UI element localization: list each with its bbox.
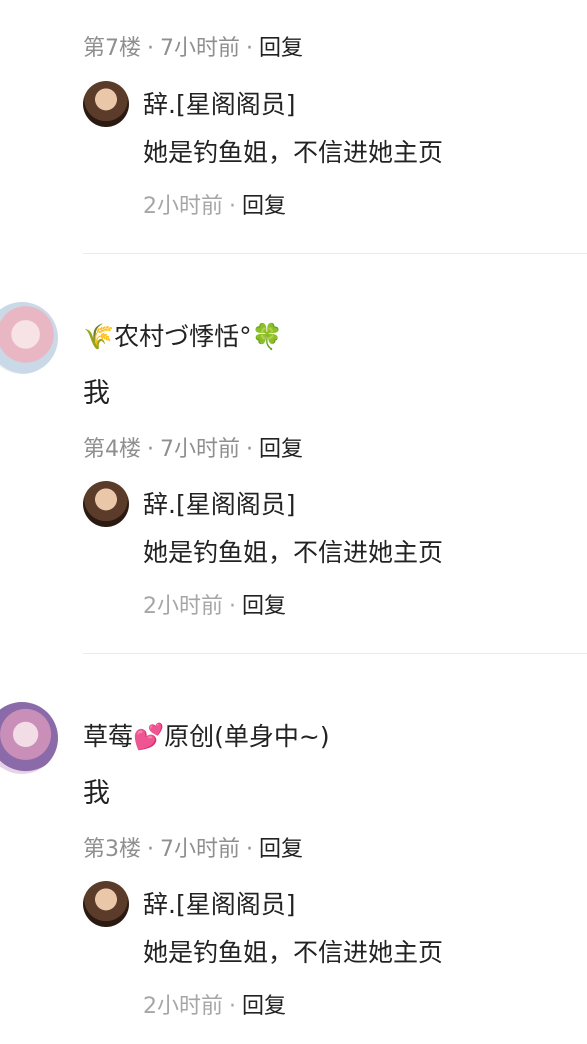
username-text: 原创(单身中~) bbox=[164, 722, 330, 751]
username-prefix: 草莓 bbox=[83, 722, 134, 751]
separator-dot: · bbox=[246, 36, 253, 61]
reply-button[interactable]: 回复 bbox=[242, 994, 286, 1019]
divider bbox=[83, 653, 587, 654]
reply-button[interactable]: 回复 bbox=[259, 36, 303, 61]
time-label: 2小时前 bbox=[143, 994, 223, 1019]
hearts-emoji: 💕 bbox=[133, 722, 165, 751]
comment-username[interactable]: 草莓💕原创(单身中~) bbox=[83, 720, 330, 754]
floor-label: 第4楼 bbox=[83, 437, 141, 462]
comment-text: 我 bbox=[83, 778, 110, 809]
clover-emoji: 🍀 bbox=[251, 322, 283, 351]
sub-reply-meta: 2小时前 · 回复 bbox=[143, 992, 286, 1022]
floor-label: 第3楼 bbox=[83, 837, 141, 862]
time-label: 2小时前 bbox=[143, 594, 223, 619]
sub-reply-username[interactable]: 辞.[星阁阁员] bbox=[143, 488, 295, 522]
separator-dot: · bbox=[229, 194, 236, 219]
wheat-emoji: 🌾 bbox=[83, 322, 115, 351]
separator-dot: · bbox=[147, 36, 154, 61]
username-text: 农村づ悸恬° bbox=[114, 322, 252, 351]
avatar[interactable] bbox=[83, 881, 129, 927]
sub-reply-text: 她是钓鱼姐，不信进她主页 bbox=[143, 538, 444, 567]
sub-reply-username[interactable]: 辞.[星阁阁员] bbox=[143, 88, 295, 122]
floor-label: 第7楼 bbox=[83, 36, 141, 61]
avatar[interactable] bbox=[83, 481, 129, 527]
separator-dot: · bbox=[229, 594, 236, 619]
comment-meta: 第7楼 · 7小时前 · 回复 bbox=[83, 34, 303, 64]
avatar[interactable] bbox=[0, 302, 58, 374]
avatar[interactable] bbox=[83, 81, 129, 127]
reply-button[interactable]: 回复 bbox=[259, 837, 303, 862]
reply-button[interactable]: 回复 bbox=[259, 437, 303, 462]
comment-meta: 第3楼 · 7小时前 · 回复 bbox=[83, 835, 303, 865]
sub-reply-meta: 2小时前 · 回复 bbox=[143, 592, 286, 622]
separator-dot: · bbox=[229, 994, 236, 1019]
comment-meta: 第4楼 · 7小时前 · 回复 bbox=[83, 435, 303, 465]
time-label: 7小时前 bbox=[160, 837, 240, 862]
separator-dot: · bbox=[246, 437, 253, 462]
sub-reply-username[interactable]: 辞.[星阁阁员] bbox=[143, 888, 295, 922]
sub-reply-text: 她是钓鱼姐，不信进她主页 bbox=[143, 138, 444, 167]
time-label: 2小时前 bbox=[143, 194, 223, 219]
time-label: 7小时前 bbox=[160, 437, 240, 462]
sub-reply-meta: 2小时前 · 回复 bbox=[143, 192, 286, 222]
sub-reply-text: 她是钓鱼姐，不信进她主页 bbox=[143, 938, 444, 967]
comment-username[interactable]: 🌾农村づ悸恬°🍀 bbox=[83, 320, 283, 354]
time-label: 7小时前 bbox=[160, 36, 240, 61]
separator-dot: · bbox=[246, 837, 253, 862]
divider bbox=[83, 253, 587, 254]
reply-button[interactable]: 回复 bbox=[242, 594, 286, 619]
avatar[interactable] bbox=[0, 702, 58, 774]
reply-button[interactable]: 回复 bbox=[242, 194, 286, 219]
separator-dot: · bbox=[147, 837, 154, 862]
comment-text: 我 bbox=[83, 378, 110, 409]
separator-dot: · bbox=[147, 437, 154, 462]
